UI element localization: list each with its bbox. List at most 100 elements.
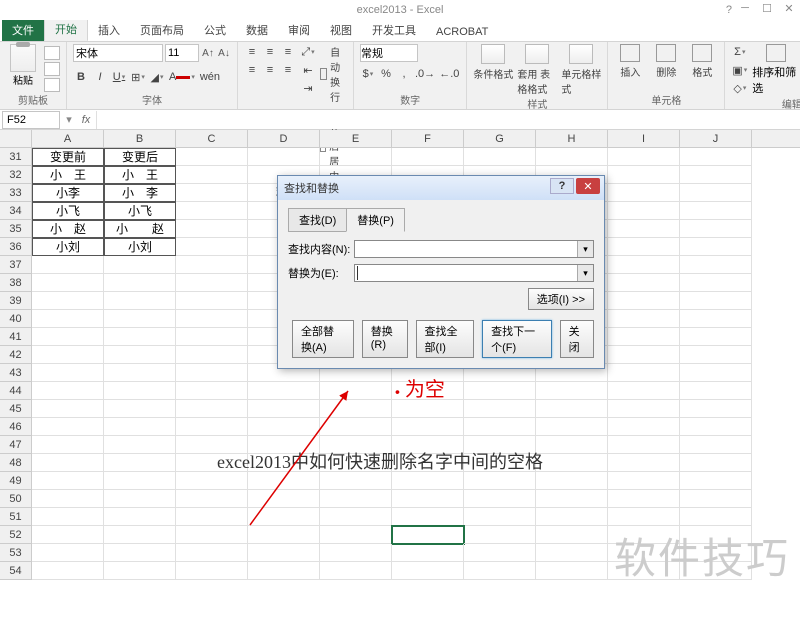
cell[interactable]: 小 王 — [104, 166, 176, 184]
cell[interactable] — [248, 508, 320, 526]
col-header[interactable]: H — [536, 130, 608, 147]
cell[interactable] — [608, 166, 680, 184]
cell[interactable]: 小 赵 — [104, 220, 176, 238]
cell[interactable] — [464, 508, 536, 526]
cell[interactable]: 小刘 — [104, 238, 176, 256]
cell[interactable] — [104, 454, 176, 472]
cell[interactable] — [176, 346, 248, 364]
cell[interactable] — [104, 274, 176, 292]
col-header[interactable]: C — [176, 130, 248, 147]
cell[interactable] — [32, 328, 104, 346]
cell[interactable] — [104, 310, 176, 328]
align-middle-icon[interactable]: ≡ — [262, 44, 278, 60]
cell[interactable] — [680, 436, 752, 454]
cell[interactable] — [680, 220, 752, 238]
cell[interactable] — [104, 292, 176, 310]
minimize-icon[interactable]: ─ — [738, 2, 752, 15]
cell[interactable] — [176, 490, 248, 508]
row-header[interactable]: 49 — [0, 472, 31, 490]
cell[interactable] — [104, 508, 176, 526]
cell[interactable] — [32, 364, 104, 382]
cell[interactable] — [320, 382, 392, 400]
row-header[interactable]: 34 — [0, 202, 31, 220]
cell[interactable] — [104, 472, 176, 490]
cell[interactable]: 小飞 — [104, 202, 176, 220]
cell[interactable] — [32, 562, 104, 580]
cell[interactable] — [680, 418, 752, 436]
cell[interactable] — [464, 490, 536, 508]
font-name-select[interactable] — [73, 44, 163, 62]
cell[interactable] — [248, 418, 320, 436]
row-header[interactable]: 50 — [0, 490, 31, 508]
col-header[interactable]: A — [32, 130, 104, 147]
cell[interactable] — [176, 184, 248, 202]
cell[interactable] — [536, 544, 608, 562]
cell[interactable] — [680, 508, 752, 526]
cell[interactable] — [176, 274, 248, 292]
cell[interactable] — [320, 418, 392, 436]
italic-button[interactable]: I — [92, 69, 108, 85]
name-box-dropdown-icon[interactable]: ▾ — [62, 113, 76, 126]
cell[interactable] — [392, 526, 464, 544]
row-header[interactable]: 47 — [0, 436, 31, 454]
format-table-button[interactable]: 套用 表格格式 — [517, 44, 557, 96]
cell[interactable] — [320, 508, 392, 526]
clear-icon[interactable]: ◇ — [731, 80, 748, 96]
cell[interactable] — [680, 274, 752, 292]
comma-icon[interactable]: , — [396, 66, 412, 82]
cell-styles-button[interactable]: 单元格样式 — [561, 44, 601, 96]
row-header[interactable]: 46 — [0, 418, 31, 436]
tab-file[interactable]: 文件 — [2, 19, 44, 41]
cell[interactable] — [536, 490, 608, 508]
cell[interactable] — [464, 382, 536, 400]
underline-button[interactable]: U — [111, 69, 127, 85]
cell[interactable] — [680, 454, 752, 472]
row-header[interactable]: 37 — [0, 256, 31, 274]
maximize-icon[interactable]: ☐ — [760, 2, 774, 15]
cell[interactable] — [680, 472, 752, 490]
format-painter-icon[interactable] — [44, 78, 60, 92]
cell[interactable] — [536, 418, 608, 436]
cell[interactable] — [392, 490, 464, 508]
cell[interactable] — [536, 148, 608, 166]
cell[interactable] — [392, 562, 464, 580]
cell[interactable] — [392, 544, 464, 562]
cell[interactable] — [392, 148, 464, 166]
tab-formula[interactable]: 公式 — [194, 19, 236, 41]
tab-developer[interactable]: 开发工具 — [362, 19, 426, 41]
cell[interactable] — [608, 292, 680, 310]
row-header[interactable]: 52 — [0, 526, 31, 544]
cell[interactable] — [464, 472, 536, 490]
cell[interactable] — [248, 490, 320, 508]
cell[interactable]: 小刘 — [32, 238, 104, 256]
decrease-decimal-icon[interactable]: ←.0 — [438, 66, 460, 82]
sort-filter-button[interactable]: 排序和筛选 — [752, 44, 800, 96]
cell[interactable] — [176, 328, 248, 346]
cell[interactable] — [176, 166, 248, 184]
cell[interactable] — [536, 562, 608, 580]
cell[interactable] — [176, 544, 248, 562]
cell[interactable] — [680, 292, 752, 310]
dialog-help-icon[interactable]: ? — [550, 178, 574, 194]
cell[interactable] — [248, 562, 320, 580]
cell[interactable] — [680, 184, 752, 202]
col-header[interactable]: F — [392, 130, 464, 147]
cell[interactable] — [680, 400, 752, 418]
cell[interactable] — [104, 256, 176, 274]
font-size-select[interactable] — [165, 44, 199, 62]
row-header[interactable]: 53 — [0, 544, 31, 562]
decrease-font-icon[interactable]: A↓ — [217, 45, 231, 61]
phonetic-button[interactable]: wén — [199, 69, 221, 85]
replace-input[interactable]: ▾ — [354, 264, 594, 282]
find-dropdown-icon[interactable]: ▾ — [577, 241, 593, 257]
cell[interactable]: 小 李 — [104, 184, 176, 202]
cell[interactable] — [680, 346, 752, 364]
cell[interactable] — [608, 256, 680, 274]
replace-button[interactable]: 替换(R) — [362, 320, 408, 358]
cell[interactable] — [104, 400, 176, 418]
align-bottom-icon[interactable]: ≡ — [280, 44, 296, 60]
row-header[interactable]: 38 — [0, 274, 31, 292]
cell[interactable] — [104, 418, 176, 436]
orientation-icon[interactable]: ⤢ — [300, 44, 316, 60]
fill-color-button[interactable]: ◢ — [149, 69, 165, 85]
